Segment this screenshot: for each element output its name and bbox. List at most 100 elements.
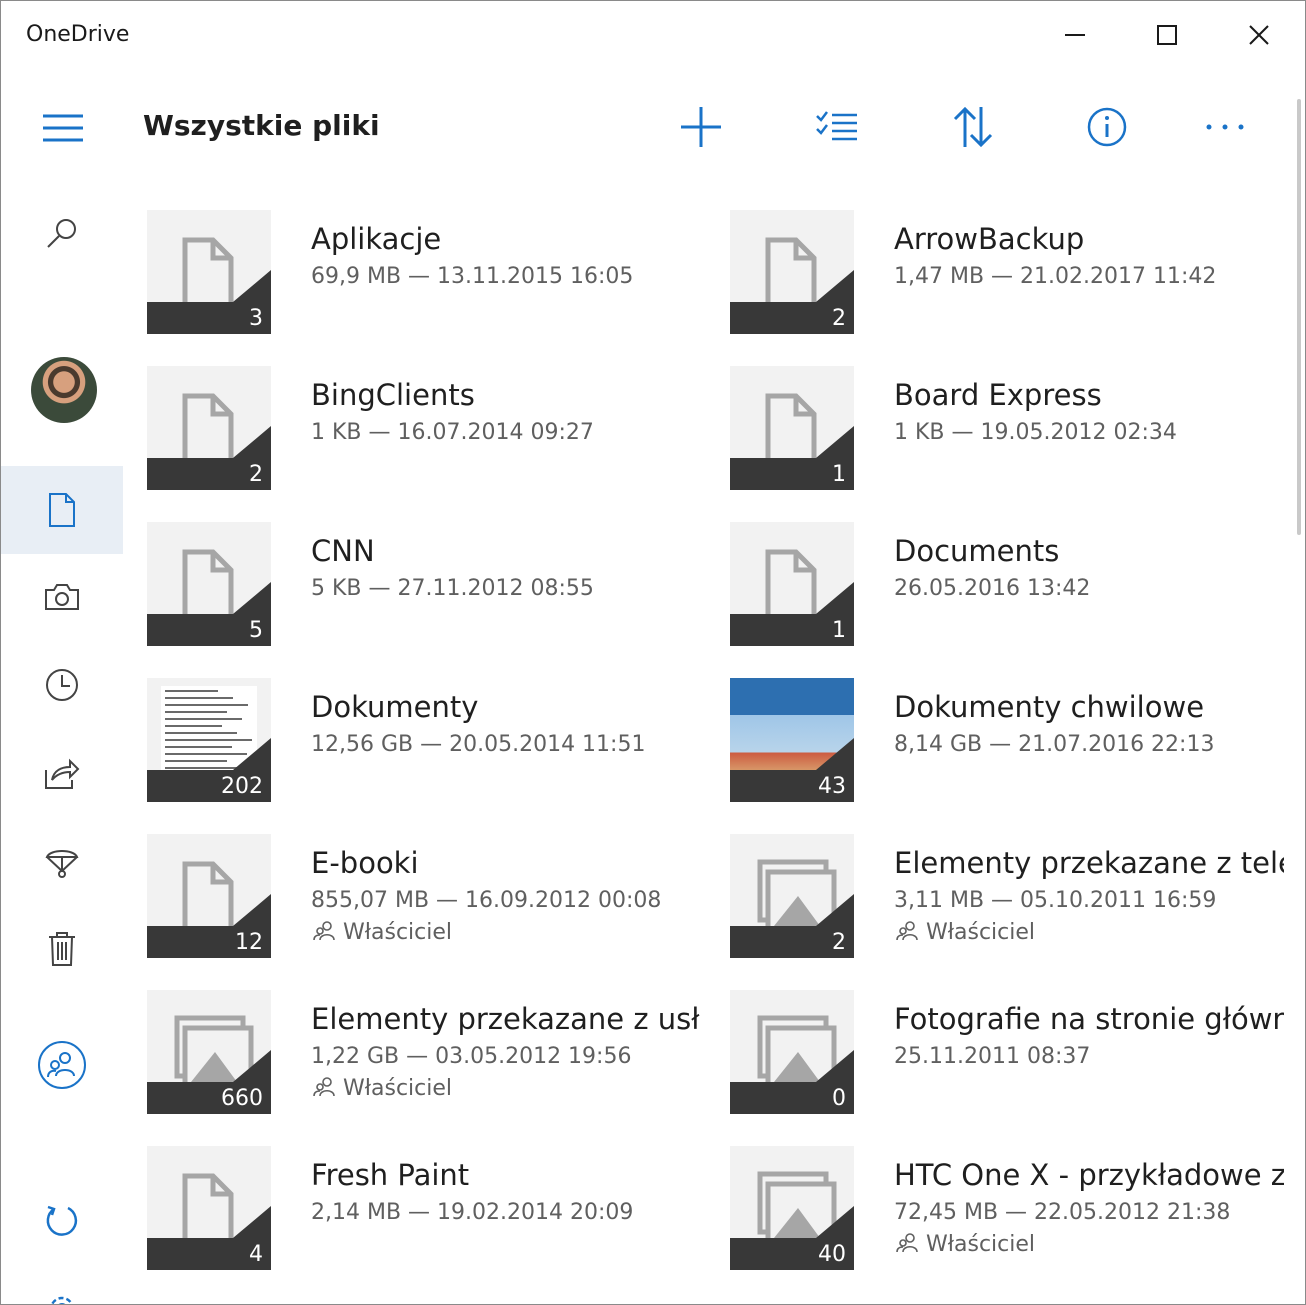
item-thumbnail[interactable]: 5 xyxy=(147,522,271,646)
list-item[interactable]: 2 ArrowBackup 1,47 MB — 21.02.2017 11:42 xyxy=(730,210,1300,334)
minimize-button[interactable] xyxy=(1029,1,1121,69)
item-meta: 25.11.2011 08:37 xyxy=(894,1044,1091,1069)
nav-shared[interactable] xyxy=(1,729,123,817)
search-button[interactable] xyxy=(1,189,123,277)
close-button[interactable] xyxy=(1213,1,1305,69)
item-name[interactable]: Aplikacje xyxy=(311,222,441,256)
scrollbar[interactable] xyxy=(1297,99,1301,535)
item-count: 40 xyxy=(818,1242,846,1267)
list-item[interactable]: 4 Fresh Paint 2,14 MB — 19.02.2014 20:09 xyxy=(147,1146,717,1270)
list-item[interactable]: 43 Dokumenty chwilowe 8,14 GB — 21.07.2016… xyxy=(730,678,1300,802)
add-button[interactable] xyxy=(671,99,731,155)
list-item[interactable]: 5 CNN 5 KB — 27.11.2012 08:55 xyxy=(147,522,717,646)
list-item[interactable]: 2 Elementy przekazane z telefo 3,11 MB — 0… xyxy=(730,834,1300,958)
list-item[interactable]: 3 Aplikacje 69,9 MB — 13.11.2015 16:05 xyxy=(147,210,717,334)
item-meta: 8,14 GB — 21.07.2016 22:13 xyxy=(894,732,1215,757)
sync-button[interactable] xyxy=(1,1177,123,1265)
sort-button[interactable] xyxy=(943,99,1003,155)
item-name[interactable]: Dokumenty chwilowe xyxy=(894,690,1204,724)
nav-recent[interactable] xyxy=(1,641,123,729)
item-name[interactable]: E-booki xyxy=(311,846,419,880)
list-item[interactable]: 1 Documents 26.05.2016 13:42 xyxy=(730,522,1300,646)
item-count: 1 xyxy=(832,618,846,643)
item-name[interactable]: ArrowBackup xyxy=(894,222,1084,256)
item-thumbnail[interactable]: 43 xyxy=(730,678,854,802)
item-meta: 1 KB — 19.05.2012 02:34 xyxy=(894,420,1177,445)
settings-icon xyxy=(50,1296,74,1304)
nav-files[interactable] xyxy=(1,466,123,554)
item-thumbnail[interactable]: 660 xyxy=(147,990,271,1114)
nav-people[interactable] xyxy=(1,1021,123,1109)
item-meta: 1,47 MB — 21.02.2017 11:42 xyxy=(894,264,1217,289)
menu-button[interactable] xyxy=(41,111,85,145)
avatar[interactable] xyxy=(31,357,97,423)
item-thumbnail[interactable]: 2 xyxy=(730,210,854,334)
item-owner: Właściciel xyxy=(896,1232,1035,1257)
settings-button[interactable] xyxy=(1,1281,123,1304)
item-thumbnail[interactable]: 2 xyxy=(147,366,271,490)
nav-trash[interactable] xyxy=(1,905,123,993)
item-name[interactable]: Fresh Paint xyxy=(311,1158,469,1192)
info-button[interactable] xyxy=(1077,99,1137,155)
item-name[interactable]: Dokumenty xyxy=(311,690,478,724)
app-title: OneDrive xyxy=(26,22,130,47)
hamburger-icon xyxy=(43,114,83,142)
list-item[interactable]: 12 E-booki 855,07 MB — 16.09.2012 00:08 Wła… xyxy=(147,834,717,958)
photos-icon xyxy=(45,584,79,610)
info-icon xyxy=(1087,107,1127,147)
nav-photos[interactable] xyxy=(1,553,123,641)
item-thumbnail[interactable]: 3 xyxy=(147,210,271,334)
item-thumbnail[interactable]: 1 xyxy=(730,522,854,646)
item-meta: 3,11 MB — 05.10.2011 16:59 xyxy=(894,888,1217,913)
item-thumbnail[interactable]: 0 xyxy=(730,990,854,1114)
item-count: 43 xyxy=(818,774,846,799)
item-meta: 1,22 GB — 03.05.2012 19:56 xyxy=(311,1044,632,1069)
nav-recycle[interactable] xyxy=(1,817,123,905)
maximize-button[interactable] xyxy=(1121,1,1213,69)
item-owner: Właściciel xyxy=(313,920,452,945)
item-thumbnail[interactable]: 202 xyxy=(147,678,271,802)
list-item[interactable]: 660 Elementy przekazane z usługi 1,22 GB —… xyxy=(147,990,717,1114)
owner-label: Właściciel xyxy=(343,920,453,945)
select-icon xyxy=(816,111,857,141)
item-count: 1 xyxy=(832,462,846,487)
item-name[interactable]: BingClients xyxy=(311,378,475,412)
title-bar: OneDrive xyxy=(1,1,1305,69)
list-item[interactable]: 40 HTC One X - przykładowe zdj 72,45 MB — … xyxy=(730,1146,1300,1270)
list-item[interactable]: 2 BingClients 1 KB — 16.07.2014 09:27 xyxy=(147,366,717,490)
item-thumbnail[interactable]: 12 xyxy=(147,834,271,958)
item-name[interactable]: Elementy przekazane z telefo xyxy=(894,846,1284,880)
item-thumbnail[interactable]: 4 xyxy=(147,1146,271,1270)
item-name[interactable]: Board Express xyxy=(894,378,1102,412)
item-meta: 5 KB — 27.11.2012 08:55 xyxy=(311,576,594,601)
item-thumbnail[interactable]: 40 xyxy=(730,1146,854,1270)
item-name[interactable]: HTC One X - przykładowe zdj xyxy=(894,1158,1284,1192)
search-icon xyxy=(47,219,76,248)
trash-icon xyxy=(49,932,75,966)
list-item[interactable]: 0 Fotografie na stronie głównej 25.11.2011… xyxy=(730,990,1300,1114)
item-count: 0 xyxy=(832,1086,846,1111)
files-icon xyxy=(49,493,75,527)
select-button[interactable] xyxy=(807,99,867,155)
list-item[interactable]: 202 Dokumenty 12,56 GB — 20.05.2014 11:51 xyxy=(147,678,717,802)
item-name[interactable]: Fotografie na stronie głównej xyxy=(894,1002,1284,1036)
people-icon xyxy=(896,921,918,941)
recycle-icon xyxy=(45,850,79,878)
more-button[interactable] xyxy=(1195,99,1255,155)
item-owner: Właściciel xyxy=(313,1076,452,1101)
item-thumbnail[interactable]: 1 xyxy=(730,366,854,490)
maximize-icon xyxy=(1157,25,1177,45)
item-meta: 855,07 MB — 16.09.2012 00:08 xyxy=(311,888,662,913)
item-name[interactable]: CNN xyxy=(311,534,375,568)
shared-icon xyxy=(45,758,80,789)
item-count: 3 xyxy=(249,306,263,331)
more-icon xyxy=(1206,124,1244,130)
list-item[interactable]: 1 Board Express 1 KB — 19.05.2012 02:34 xyxy=(730,366,1300,490)
item-name[interactable]: Documents xyxy=(894,534,1059,568)
page-title: Wszystkie pliki xyxy=(143,109,380,142)
owner-label: Właściciel xyxy=(926,920,1036,945)
item-name[interactable]: Elementy przekazane z usługi xyxy=(311,1002,701,1036)
item-thumbnail[interactable]: 2 xyxy=(730,834,854,958)
item-count: 5 xyxy=(249,618,263,643)
item-count: 2 xyxy=(249,462,263,487)
